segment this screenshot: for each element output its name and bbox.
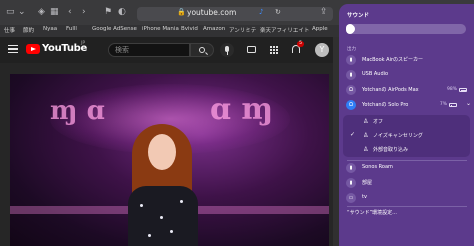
device-label: 部屋 bbox=[362, 180, 373, 186]
divider bbox=[347, 160, 467, 161]
device-label: USB Audio bbox=[362, 71, 389, 77]
reload-icon[interactable]: ↻ bbox=[275, 8, 281, 16]
neon-sign-decoration: ɑ ɱ bbox=[210, 92, 274, 127]
bookmark-item[interactable]: Apple bbox=[312, 26, 328, 32]
bookmark-item[interactable]: アンリミテ bbox=[229, 26, 256, 34]
menu-icon[interactable] bbox=[8, 45, 18, 53]
battery-percent: 98% bbox=[446, 86, 457, 92]
listening-mode-off[interactable]: ♙ オフ bbox=[347, 116, 467, 128]
apps-grid-icon[interactable] bbox=[270, 46, 278, 54]
checkmark-icon: ✓ bbox=[350, 131, 356, 138]
device-label: Sonos Roam bbox=[362, 164, 393, 170]
address-bar[interactable]: 🔒 youtube.com ♪ ↻ bbox=[137, 7, 333, 21]
noise-cancellation-icon: ♙ bbox=[363, 132, 369, 139]
flag-icon[interactable]: ⚑ bbox=[104, 6, 112, 18]
output-device-airpods-max[interactable]: Ω Yotchanの AirPods Max 98% bbox=[345, 84, 469, 96]
forward-icon[interactable]: › bbox=[82, 6, 86, 18]
sparkle-decoration bbox=[148, 234, 151, 237]
bookmark-item[interactable]: 楽天アフィリエイト bbox=[260, 26, 309, 34]
bookmark-item[interactable]: Amazon bbox=[203, 26, 225, 32]
bookmark-item[interactable]: 仕事 bbox=[4, 26, 15, 34]
audio-playing-icon[interactable]: ♪ bbox=[259, 8, 263, 16]
share-icon[interactable]: ⇪ bbox=[320, 6, 328, 18]
sparkle-decoration bbox=[170, 230, 173, 233]
speaker-icon: ▮ bbox=[346, 70, 356, 80]
region-label: JP bbox=[81, 41, 86, 46]
search-placeholder: 検索 bbox=[115, 46, 129, 54]
chevron-down-icon[interactable]: ⌄ bbox=[466, 100, 471, 107]
bookmark-item[interactable]: iPhone Mania bbox=[142, 26, 179, 32]
performer-face bbox=[148, 134, 176, 170]
search-button[interactable] bbox=[190, 43, 214, 57]
url-text: youtube.com bbox=[187, 8, 237, 17]
battery-percent: 7% bbox=[439, 101, 447, 107]
sparkle-decoration bbox=[160, 216, 163, 219]
chevron-down-icon[interactable]: ⌄ bbox=[18, 6, 26, 18]
sound-preferences-link[interactable]: “サウンド”環境設定... bbox=[347, 209, 397, 216]
divider bbox=[347, 206, 467, 207]
device-label: Yotchanの AirPods Max bbox=[362, 87, 419, 93]
airplay-device-sonos-roam[interactable]: ▮ Sonos Roam bbox=[345, 162, 469, 174]
sparkle-decoration bbox=[180, 200, 183, 203]
speaker-icon: ▮ bbox=[346, 55, 356, 65]
lock-icon: 🔒 bbox=[177, 8, 186, 16]
video-player[interactable]: ɱ ɑ ɑ ɱ bbox=[10, 74, 329, 246]
battery-icon bbox=[449, 103, 457, 107]
speaker-icon: ▮ bbox=[346, 178, 356, 188]
battery-icon bbox=[459, 88, 467, 92]
output-section-label: 出力 bbox=[347, 47, 356, 52]
headphones-icon: Ω bbox=[346, 85, 356, 95]
airplay-device-tv[interactable]: ▭ tv bbox=[345, 192, 469, 204]
tv-icon: ▭ bbox=[346, 193, 356, 203]
notification-count-badge: 5 bbox=[297, 41, 304, 47]
device-label: MacBook Airのスピーカー bbox=[362, 57, 424, 63]
sound-menu-panel: サウンド 出力 ▮ MacBook Airのスピーカー ▮ USB Audio … bbox=[339, 4, 474, 246]
listening-mode-submenu: ♙ オフ ✓ ♙ ノイズキャンセリング ♙ 外部音取り込み bbox=[343, 115, 470, 157]
volume-knob[interactable] bbox=[347, 25, 355, 33]
listening-mode-noise-cancellation[interactable]: ✓ ♙ ノイズキャンセリング bbox=[347, 130, 467, 142]
back-icon[interactable]: ‹ bbox=[68, 6, 72, 18]
panel-title: サウンド bbox=[347, 13, 370, 19]
output-device-solo-pro[interactable]: Ω Yotchanの Solo Pro 7% ⌄ bbox=[345, 99, 471, 111]
bookmark-item[interactable]: Nyaa bbox=[43, 26, 57, 32]
headphones-icon: Ω bbox=[346, 100, 356, 110]
reader-icon[interactable]: ◐ bbox=[118, 6, 126, 18]
device-label: Yotchanの Solo Pro bbox=[362, 102, 409, 108]
person-icon: ♙ bbox=[363, 118, 369, 125]
transparency-icon: ♙ bbox=[363, 146, 369, 153]
volume-slider[interactable] bbox=[346, 24, 466, 34]
microphone-icon[interactable] bbox=[220, 43, 234, 57]
shield-icon[interactable]: ◈ bbox=[38, 6, 45, 18]
sidebar-icon[interactable]: ▭ bbox=[6, 6, 15, 18]
sparkle-decoration bbox=[140, 204, 143, 207]
bookmark-item[interactable]: 節約 bbox=[23, 26, 34, 34]
mode-label: 外部音取り込み bbox=[373, 147, 409, 153]
bookmark-item[interactable]: Bvivid bbox=[181, 26, 198, 32]
listening-mode-transparency[interactable]: ♙ 外部音取り込み bbox=[347, 144, 467, 156]
search-input[interactable]: 検索 bbox=[108, 43, 190, 57]
device-label: tv bbox=[362, 194, 367, 200]
screen: ▭ ⌄ ◈ ▦ ‹ › ⚑ ◐ 🔒 youtube.com ♪ ↻ ⇪ 仕事 節… bbox=[0, 0, 474, 246]
search-icon bbox=[199, 46, 205, 53]
neon-sign-decoration: ɱ ɑ bbox=[50, 96, 105, 126]
output-device-macbook-speakers[interactable]: ▮ MacBook Airのスピーカー bbox=[345, 54, 469, 66]
performer-outfit bbox=[128, 186, 198, 246]
create-video-icon[interactable] bbox=[247, 46, 256, 53]
speaker-icon: ▮ bbox=[346, 163, 356, 173]
mode-label: オフ bbox=[373, 119, 384, 125]
avatar[interactable]: Y bbox=[315, 43, 329, 57]
airplay-device-room[interactable]: ▮ 部屋 bbox=[345, 177, 469, 189]
bookmark-item[interactable]: Google AdSense bbox=[92, 26, 137, 32]
output-device-usb-audio[interactable]: ▮ USB Audio bbox=[345, 69, 469, 81]
bookmark-item[interactable]: Fulll bbox=[66, 26, 77, 32]
tab-overview-icon[interactable]: ▦ bbox=[50, 6, 59, 18]
mode-label: ノイズキャンセリング bbox=[373, 133, 423, 139]
youtube-logo-icon[interactable] bbox=[26, 44, 40, 54]
